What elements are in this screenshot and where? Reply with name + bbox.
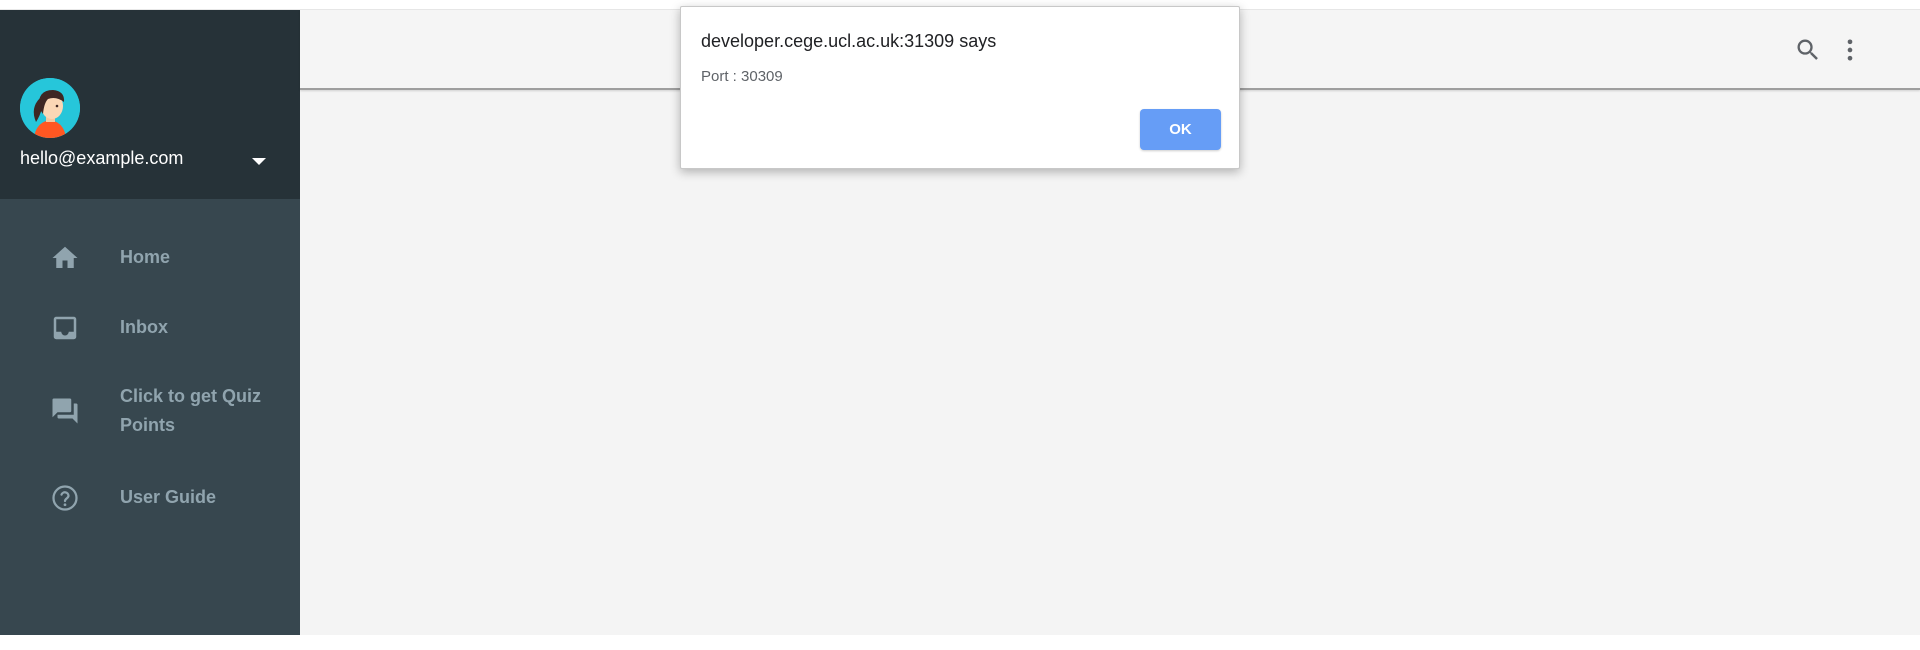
- avatar[interactable]: [20, 78, 80, 138]
- alert-dialog: developer.cege.ucl.ac.uk:31309 says Port…: [680, 6, 1240, 169]
- sidebar-account-header: hello@example.com: [0, 10, 300, 199]
- dialog-title: developer.cege.ucl.ac.uk:31309 says: [701, 31, 997, 51]
- sidebar-item-quiz-points[interactable]: Click to get Quiz Points: [0, 380, 300, 442]
- help-icon: [50, 483, 80, 513]
- home-icon: [50, 243, 80, 273]
- account-email: hello@example.com: [20, 148, 184, 168]
- sidebar: hello@example.com Home Inbox Click to ge…: [0, 10, 300, 635]
- more-vert-icon[interactable]: [1836, 36, 1864, 64]
- app-window: hello@example.com Home Inbox Click to ge…: [0, 0, 1920, 650]
- search-icon[interactable]: [1794, 36, 1822, 64]
- inbox-icon: [50, 313, 80, 343]
- sidebar-item-label: User Guide: [120, 487, 217, 507]
- sidebar-item-inbox[interactable]: Inbox: [0, 308, 300, 348]
- dialog-message: Port : 30309: [701, 68, 783, 85]
- sidebar-item-label: Home: [120, 247, 171, 267]
- bottom-strip: [0, 635, 1920, 650]
- sidebar-item-label: Inbox: [120, 317, 168, 337]
- ok-button[interactable]: OK: [1140, 109, 1221, 150]
- sidebar-item-home[interactable]: Home: [0, 238, 300, 278]
- account-dropdown-icon[interactable]: [246, 154, 272, 170]
- avatar-illustration: [20, 78, 80, 138]
- sidebar-item-user-guide[interactable]: User Guide: [0, 478, 300, 518]
- forum-icon: [50, 396, 80, 426]
- sidebar-item-label: Click to get Quiz Points: [120, 386, 262, 435]
